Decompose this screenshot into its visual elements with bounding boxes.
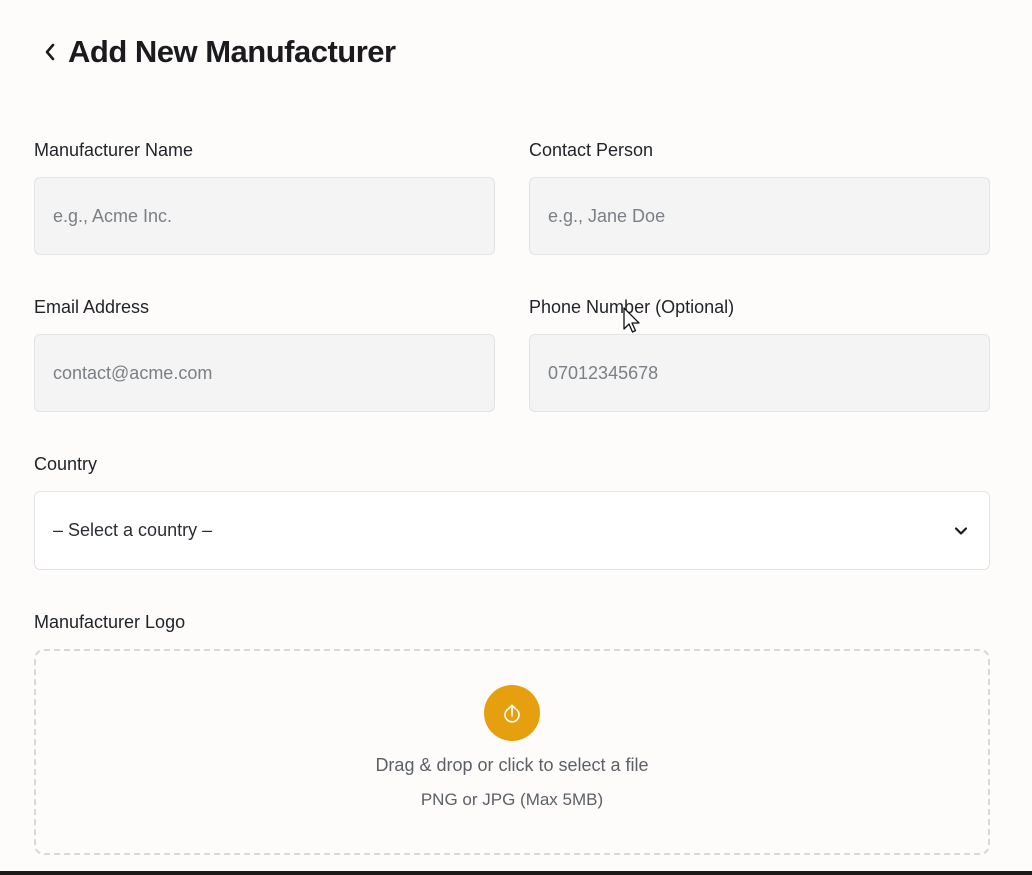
manufacturer-name-group: Manufacturer Name e.g., Acme Inc.	[34, 139, 495, 255]
email-label: Email Address	[34, 297, 150, 317]
dropzone-file-hint: PNG or JPG (Max 5MB)	[420, 790, 604, 809]
logo-dropzone[interactable]: Drag & drop or click to select a file PN…	[34, 649, 990, 855]
country-selected-value: – Select a country –	[53, 520, 213, 540]
contact-person-label: Contact Person	[529, 140, 654, 160]
phone-placeholder: 07012345678	[548, 362, 659, 383]
dropzone-instructions: Drag & drop or click to select a file	[375, 755, 649, 775]
logo-group: Manufacturer Logo Drag & drop or click t…	[34, 611, 990, 855]
country-label: Country	[34, 454, 98, 474]
email-input[interactable]: contact@acme.com	[34, 334, 495, 412]
manufacturer-name-placeholder: e.g., Acme Inc.	[53, 205, 173, 226]
upload-button[interactable]	[484, 685, 540, 741]
logo-label: Manufacturer Logo	[34, 612, 186, 632]
email-placeholder: contact@acme.com	[53, 362, 213, 383]
chevron-down-icon	[954, 526, 968, 535]
phone-label: Phone Number (Optional)	[529, 297, 735, 317]
phone-input[interactable]: 07012345678	[529, 334, 990, 412]
contact-person-group: Contact Person e.g., Jane Doe	[529, 139, 990, 255]
page-header: Add New Manufacturer	[40, 30, 396, 74]
back-button[interactable]	[40, 30, 60, 74]
upload-icon	[504, 704, 520, 723]
contact-person-placeholder: e.g., Jane Doe	[548, 205, 666, 226]
phone-group: Phone Number (Optional) 07012345678	[529, 296, 990, 412]
country-select[interactable]: – Select a country –	[34, 491, 990, 570]
manufacturer-name-label: Manufacturer Name	[34, 140, 194, 160]
contact-person-input[interactable]: e.g., Jane Doe	[529, 177, 990, 255]
page-title: Add New Manufacturer	[68, 34, 396, 69]
bottom-edge-bar	[0, 871, 1032, 875]
manufacturer-name-input[interactable]: e.g., Acme Inc.	[34, 177, 495, 255]
country-group: Country – Select a country –	[34, 453, 990, 570]
email-group: Email Address contact@acme.com	[34, 296, 495, 412]
chevron-left-icon	[45, 43, 55, 61]
add-manufacturer-page: Add New Manufacturer Manufacturer Name e…	[0, 0, 1032, 875]
